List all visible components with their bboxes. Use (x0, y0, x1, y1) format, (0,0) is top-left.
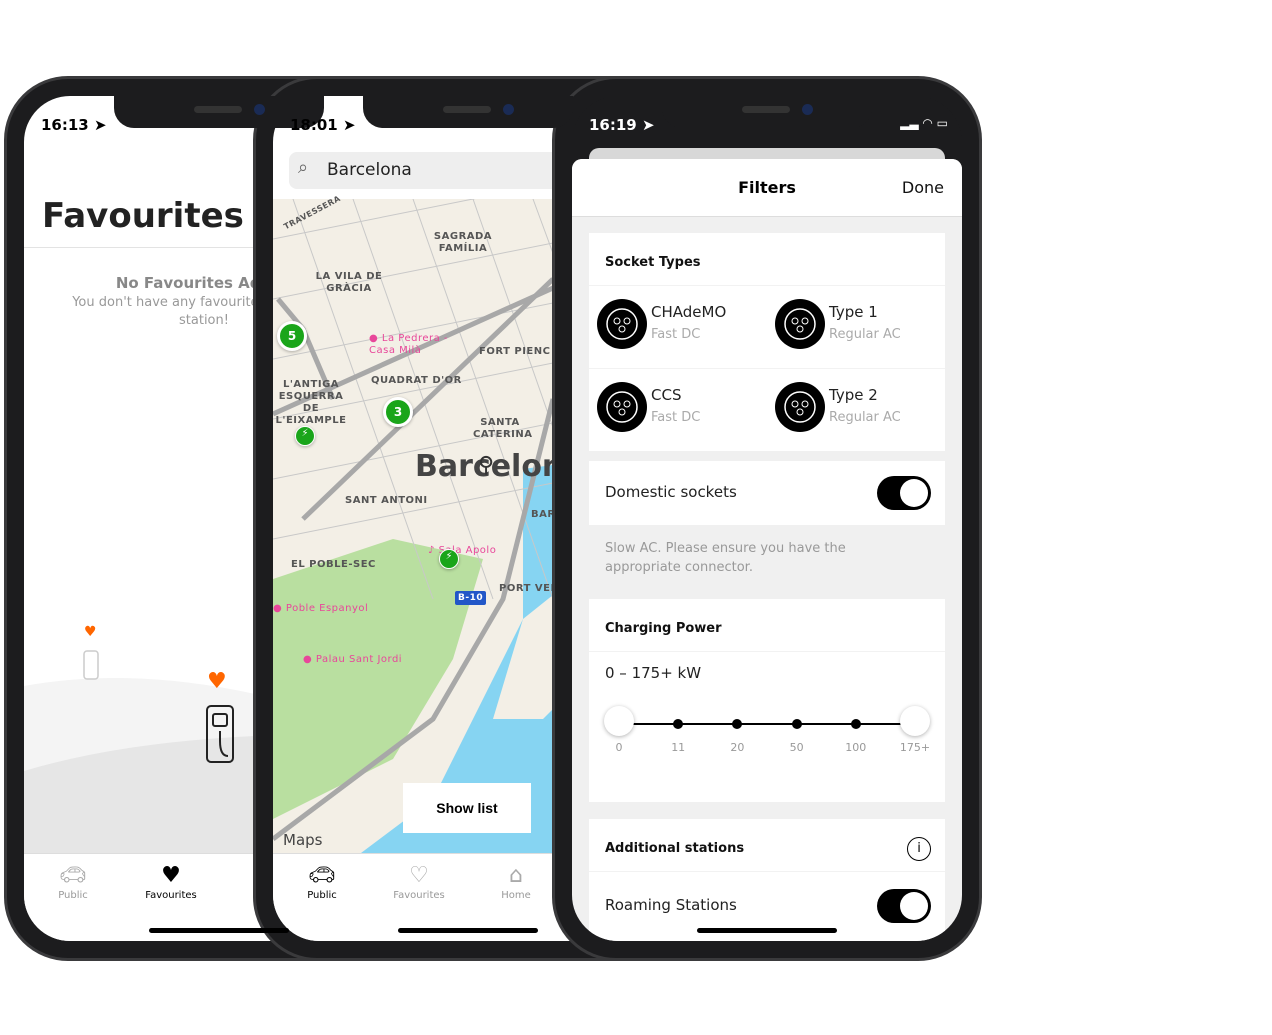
slider-tick (791, 719, 802, 729)
home-charger-icon: ⌂ (509, 863, 523, 888)
location-pin-icon: ⚲ (478, 453, 495, 478)
slider-tick-label: 50 (789, 741, 804, 754)
domestic-label: Domestic sockets (605, 483, 737, 501)
home-indicator (149, 928, 289, 933)
socket-type: Regular AC (829, 410, 901, 425)
domestic-toggle[interactable] (877, 476, 931, 510)
car-charging-icon: 🚗︎ (308, 863, 336, 888)
sheet-header: Filters Done (572, 159, 962, 217)
slider-tick-label: 20 (730, 741, 745, 754)
status-time: 18:01 ➤ (290, 116, 356, 134)
poi-label: ● La Pedrera - Casa Milà (369, 333, 449, 356)
map-label: LA VILA DE GRÀCIA (315, 271, 383, 294)
notch (662, 96, 872, 128)
notch (363, 96, 573, 128)
type1-icon (775, 299, 825, 349)
section-title: Additional stations (605, 841, 745, 856)
slider-tick-label: 100 (845, 741, 867, 754)
search-input[interactable]: ⌕ Barcelona (289, 152, 589, 189)
info-icon[interactable]: i (907, 837, 931, 861)
heart-icon: ♥ (84, 624, 97, 640)
poi-label: ● Poble Espanyol (273, 603, 369, 614)
station-cluster[interactable]: 3 (383, 397, 413, 427)
poi-label: ● Palau Sant Jordi (303, 654, 403, 665)
heart-icon: ♥ (161, 863, 181, 888)
map-label: FORT PIENC (479, 346, 551, 357)
page-title: Favourites (42, 196, 244, 236)
section-title: Charging Power (605, 621, 722, 636)
socket-type: Regular AC (829, 327, 901, 342)
show-list-button[interactable]: Show list (403, 783, 531, 833)
tab-public[interactable]: 🚗︎ Public (277, 862, 367, 901)
status-icons: ▂▃ ◠ ▭ (900, 116, 948, 130)
socket-type: Fast DC (651, 327, 701, 342)
car-charging-icon: 🚗︎ (59, 863, 87, 888)
socket-name: CHAdeMO (651, 303, 727, 321)
map-label: L'ANTIGA ESQUERRA DE L'EIXAMPLE (275, 379, 347, 426)
section-title: Socket Types (605, 255, 701, 270)
tab-favourites[interactable]: ♡ Favourites (374, 862, 464, 901)
additional-stations-card: Additional stations i Roaming Stations (589, 819, 945, 941)
status-time: 16:13 ➤ (41, 116, 107, 134)
charging-power-card: Charging Power 0 – 175+ kW 0 11 20 50 100 175… (589, 599, 945, 802)
map-label: SAGRADA FAMÍLIA (433, 231, 493, 254)
poi-label: ♪ Sala Apolo (428, 545, 497, 556)
socket-type1[interactable]: Type 1 Regular AC (767, 291, 937, 351)
slider-tick-label: 175+ (899, 741, 931, 754)
chademo-icon (597, 299, 647, 349)
map-label: QUADRAT D'OR (371, 375, 462, 386)
phone-filters: 16:19 ➤ ▂▃ ◠ ▭ Filters Done Socket Types… (552, 76, 982, 961)
map-label: SANT ANTONI (345, 495, 428, 506)
slider-tick-label: 11 (671, 741, 686, 754)
station-cluster[interactable]: 5 (277, 321, 307, 351)
tab-favourites[interactable]: ♥ Favourites (126, 862, 216, 901)
socket-type: Fast DC (651, 410, 701, 425)
slider-tick (732, 719, 743, 729)
road-badge: B-10 (455, 591, 487, 605)
socket-name: Type 2 (829, 386, 878, 404)
home-indicator (398, 928, 538, 933)
heart-icon: ♡ (409, 863, 429, 888)
station-marker[interactable]: ⚡ (439, 549, 459, 569)
search-icon: ⌕ (298, 157, 309, 178)
map-label: SANTA CATERINA (473, 417, 533, 440)
heart-icon: ♥ (207, 669, 227, 694)
station-marker[interactable]: ⚡ (295, 426, 315, 446)
charger-icon (83, 650, 99, 680)
slider-tick-label: 0 (615, 741, 623, 754)
power-range: 0 – 175+ kW (605, 664, 702, 682)
tab-home[interactable]: ⌂ Home (471, 862, 561, 901)
slider-tick (673, 719, 684, 729)
slider-tick (850, 719, 861, 729)
socket-ccs[interactable]: CCS Fast DC (589, 374, 759, 434)
socket-chademo[interactable]: CHAdeMO Fast DC (589, 291, 759, 351)
slider-max-handle[interactable] (900, 706, 930, 736)
filters-screen: 16:19 ➤ ▂▃ ◠ ▭ Filters Done Socket Types… (572, 96, 962, 941)
slider-min-handle[interactable] (604, 706, 634, 736)
filters-sheet: Filters Done Socket Types CHAdeMO Fast DC… (572, 159, 962, 941)
tab-public[interactable]: 🚗︎ Public (28, 862, 118, 901)
socket-name: CCS (651, 386, 682, 404)
roaming-toggle[interactable] (877, 889, 931, 923)
home-indicator (697, 928, 837, 933)
domestic-card: Domestic sockets (589, 461, 945, 525)
socket-name: Type 1 (829, 303, 878, 321)
type2-icon (775, 382, 825, 432)
status-time: 16:19 ➤ (589, 116, 655, 134)
done-button[interactable]: Done (902, 178, 944, 197)
socket-type2[interactable]: Type 2 Regular AC (767, 374, 937, 434)
map-label: EL POBLE-SEC (291, 559, 376, 570)
domestic-hint: Slow AC. Please ensure you have the appr… (605, 541, 846, 575)
apple-maps-logo: Maps (283, 831, 323, 849)
ccs-icon (597, 382, 647, 432)
socket-types-card: Socket Types CHAdeMO Fast DC Type 1 Regula… (589, 233, 945, 451)
power-slider-track[interactable] (619, 723, 915, 725)
roaming-label: Roaming Stations (605, 896, 737, 914)
